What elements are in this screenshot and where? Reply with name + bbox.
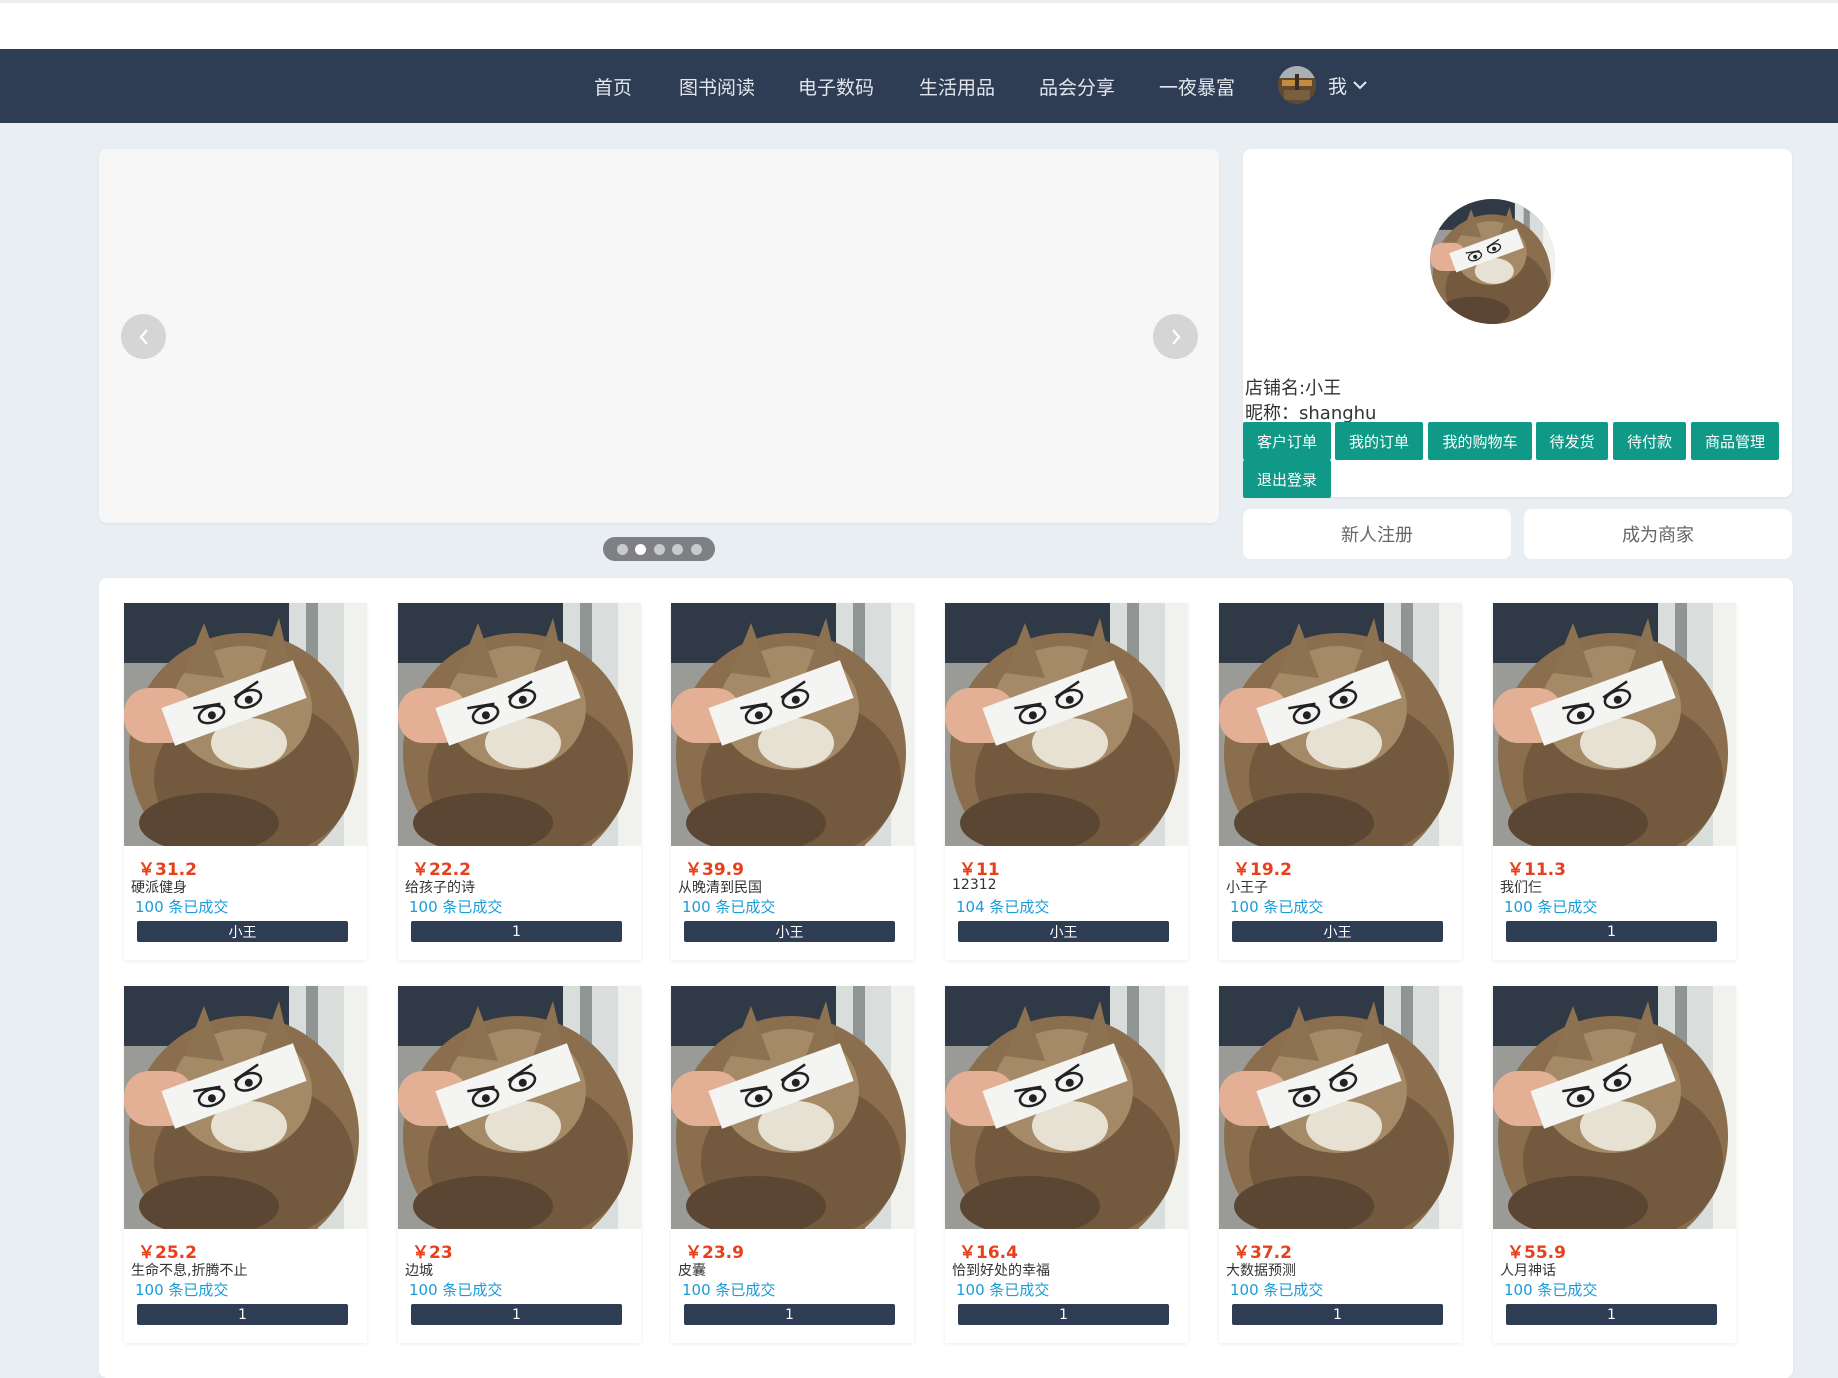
- cat-photo-image: [945, 986, 1188, 1229]
- banner-carousel: [99, 149, 1219, 523]
- product-name: 12312: [952, 877, 997, 893]
- cat-photo-image: [945, 603, 1188, 846]
- product-seller-badge[interactable]: 1: [137, 1304, 348, 1325]
- product-management-button[interactable]: 商品管理: [1691, 422, 1779, 460]
- product-name: 我们仨: [1500, 880, 1542, 896]
- product-card[interactable]: ￥31.2 硬派健身 100 条已成交 小王: [124, 603, 367, 960]
- product-card[interactable]: ￥16.4 恰到好处的幸福 100 条已成交 1: [945, 986, 1188, 1343]
- product-grid: ￥31.2 硬派健身 100 条已成交 小王 ￥22.2 给孩子的诗 100 条已成交 1 ￥3…: [99, 578, 1793, 1378]
- product-card[interactable]: ￥55.9 人月神话 100 条已成交 1: [1493, 986, 1736, 1343]
- product-name: 小王子: [1226, 880, 1268, 896]
- product-sold-count: 100 条已成交: [682, 898, 776, 916]
- product-sold-count: 100 条已成交: [1504, 898, 1598, 916]
- customer-orders-button[interactable]: 客户订单: [1243, 422, 1331, 460]
- product-name: 恰到好处的幸福: [952, 1263, 1050, 1279]
- main-navbar: 首页 图书阅读 电子数码 生活用品 品会分享 一夜暴富 我: [0, 49, 1838, 123]
- cat-photo-image: [671, 986, 914, 1229]
- product-name: 从晚清到民国: [678, 880, 762, 896]
- product-card[interactable]: ￥23.9 皮囊 100 条已成交 1: [671, 986, 914, 1343]
- carousel-dot-active[interactable]: [635, 543, 646, 555]
- product-seller-badge[interactable]: 小王: [684, 921, 895, 942]
- browser-top-bar: [0, 0, 1838, 49]
- product-name: 边城: [405, 1263, 433, 1279]
- product-seller-badge[interactable]: 1: [411, 1304, 622, 1325]
- nav-item-share[interactable]: 品会分享: [1039, 73, 1115, 100]
- carousel-prev-button[interactable]: [121, 314, 166, 359]
- cat-photo-image: [398, 603, 641, 846]
- product-seller-badge[interactable]: 1: [1232, 1304, 1443, 1325]
- carousel-next-button[interactable]: [1153, 314, 1198, 359]
- cat-photo-image: [671, 603, 914, 846]
- product-sold-count: 100 条已成交: [956, 1281, 1050, 1299]
- to-ship-button[interactable]: 待发货: [1536, 422, 1608, 460]
- product-card[interactable]: ￥19.2 小王子 100 条已成交 小王: [1219, 603, 1462, 960]
- carousel-indicators: [603, 537, 715, 561]
- nav-item-get-rich[interactable]: 一夜暴富: [1159, 73, 1235, 100]
- product-name: 给孩子的诗: [405, 880, 475, 896]
- nav-item-daily-goods[interactable]: 生活用品: [919, 73, 995, 100]
- cat-photo-image: [124, 603, 367, 846]
- chevron-left-icon: [139, 328, 148, 345]
- nav-item-books[interactable]: 图书阅读: [679, 73, 755, 100]
- product-name: 大数据预测: [1226, 1263, 1296, 1279]
- carousel-dot[interactable]: [672, 543, 683, 555]
- product-seller-badge[interactable]: 小王: [137, 921, 348, 942]
- user-avatar-image: [1278, 66, 1316, 104]
- product-sold-count: 100 条已成交: [135, 1281, 229, 1299]
- shop-name: 店铺名:小王: [1245, 378, 1342, 399]
- profile-avatar: [1430, 199, 1555, 324]
- product-name: 硬派健身: [131, 880, 187, 896]
- chevron-down-icon: [1353, 81, 1367, 90]
- product-sold-count: 100 条已成交: [1230, 898, 1324, 916]
- product-card[interactable]: ￥39.9 从晚清到民国 100 条已成交 小王: [671, 603, 914, 960]
- my-orders-button[interactable]: 我的订单: [1335, 422, 1423, 460]
- nav-item-electronics[interactable]: 电子数码: [798, 73, 874, 100]
- product-seller-badge[interactable]: 1: [411, 921, 622, 942]
- product-sold-count: 100 条已成交: [1504, 1281, 1598, 1299]
- carousel-dot[interactable]: [616, 543, 628, 555]
- product-sold-count: 104 条已成交: [956, 898, 1050, 916]
- product-card[interactable]: ￥25.2 生命不息,折腾不止 100 条已成交 1: [124, 986, 367, 1343]
- product-sold-count: 100 条已成交: [682, 1281, 776, 1299]
- product-sold-count: 100 条已成交: [135, 898, 229, 916]
- product-seller-badge[interactable]: 小王: [958, 921, 1169, 942]
- product-name: 生命不息,折腾不止: [131, 1263, 248, 1279]
- cat-photo-image: [1493, 986, 1736, 1229]
- to-pay-button[interactable]: 待付款: [1613, 422, 1686, 460]
- my-cart-button[interactable]: 我的购物车: [1428, 422, 1532, 460]
- product-seller-badge[interactable]: 1: [1506, 921, 1717, 942]
- product-seller-badge[interactable]: 1: [958, 1304, 1169, 1325]
- product-card[interactable]: ￥23 边城 100 条已成交 1: [398, 986, 641, 1343]
- user-menu[interactable]: 我: [1278, 63, 1367, 107]
- product-card[interactable]: ￥37.2 大数据预测 100 条已成交 1: [1219, 986, 1462, 1343]
- product-seller-badge[interactable]: 1: [1506, 1304, 1717, 1325]
- carousel-dot[interactable]: [653, 543, 665, 555]
- user-menu-label: 我: [1328, 75, 1348, 98]
- carousel-dot[interactable]: [690, 543, 702, 555]
- become-merchant-button[interactable]: 成为商家: [1524, 509, 1792, 559]
- product-seller-badge[interactable]: 1: [684, 1304, 895, 1325]
- product-name: 人月神话: [1500, 1263, 1556, 1279]
- product-card[interactable]: ￥11 12312 104 条已成交 小王: [945, 603, 1188, 960]
- product-card[interactable]: ￥11.3 我们仨 100 条已成交 1: [1493, 603, 1736, 960]
- cat-photo-image: [1493, 603, 1736, 846]
- product-seller-badge[interactable]: 小王: [1232, 921, 1443, 942]
- cat-photo-image: [398, 986, 641, 1229]
- product-sold-count: 100 条已成交: [409, 1281, 503, 1299]
- product-sold-count: 100 条已成交: [1230, 1281, 1324, 1299]
- logout-button[interactable]: 退出登录: [1243, 460, 1331, 498]
- cat-photo-image: [1219, 603, 1462, 846]
- product-sold-count: 100 条已成交: [409, 898, 503, 916]
- chevron-right-icon: [1171, 328, 1180, 345]
- cat-photo-image: [1219, 986, 1462, 1229]
- product-name: 皮囊: [678, 1263, 706, 1279]
- cat-photo-image: [124, 986, 367, 1229]
- product-card[interactable]: ￥22.2 给孩子的诗 100 条已成交 1: [398, 603, 641, 960]
- register-button[interactable]: 新人注册: [1243, 509, 1511, 559]
- nav-item-home[interactable]: 首页: [594, 73, 632, 100]
